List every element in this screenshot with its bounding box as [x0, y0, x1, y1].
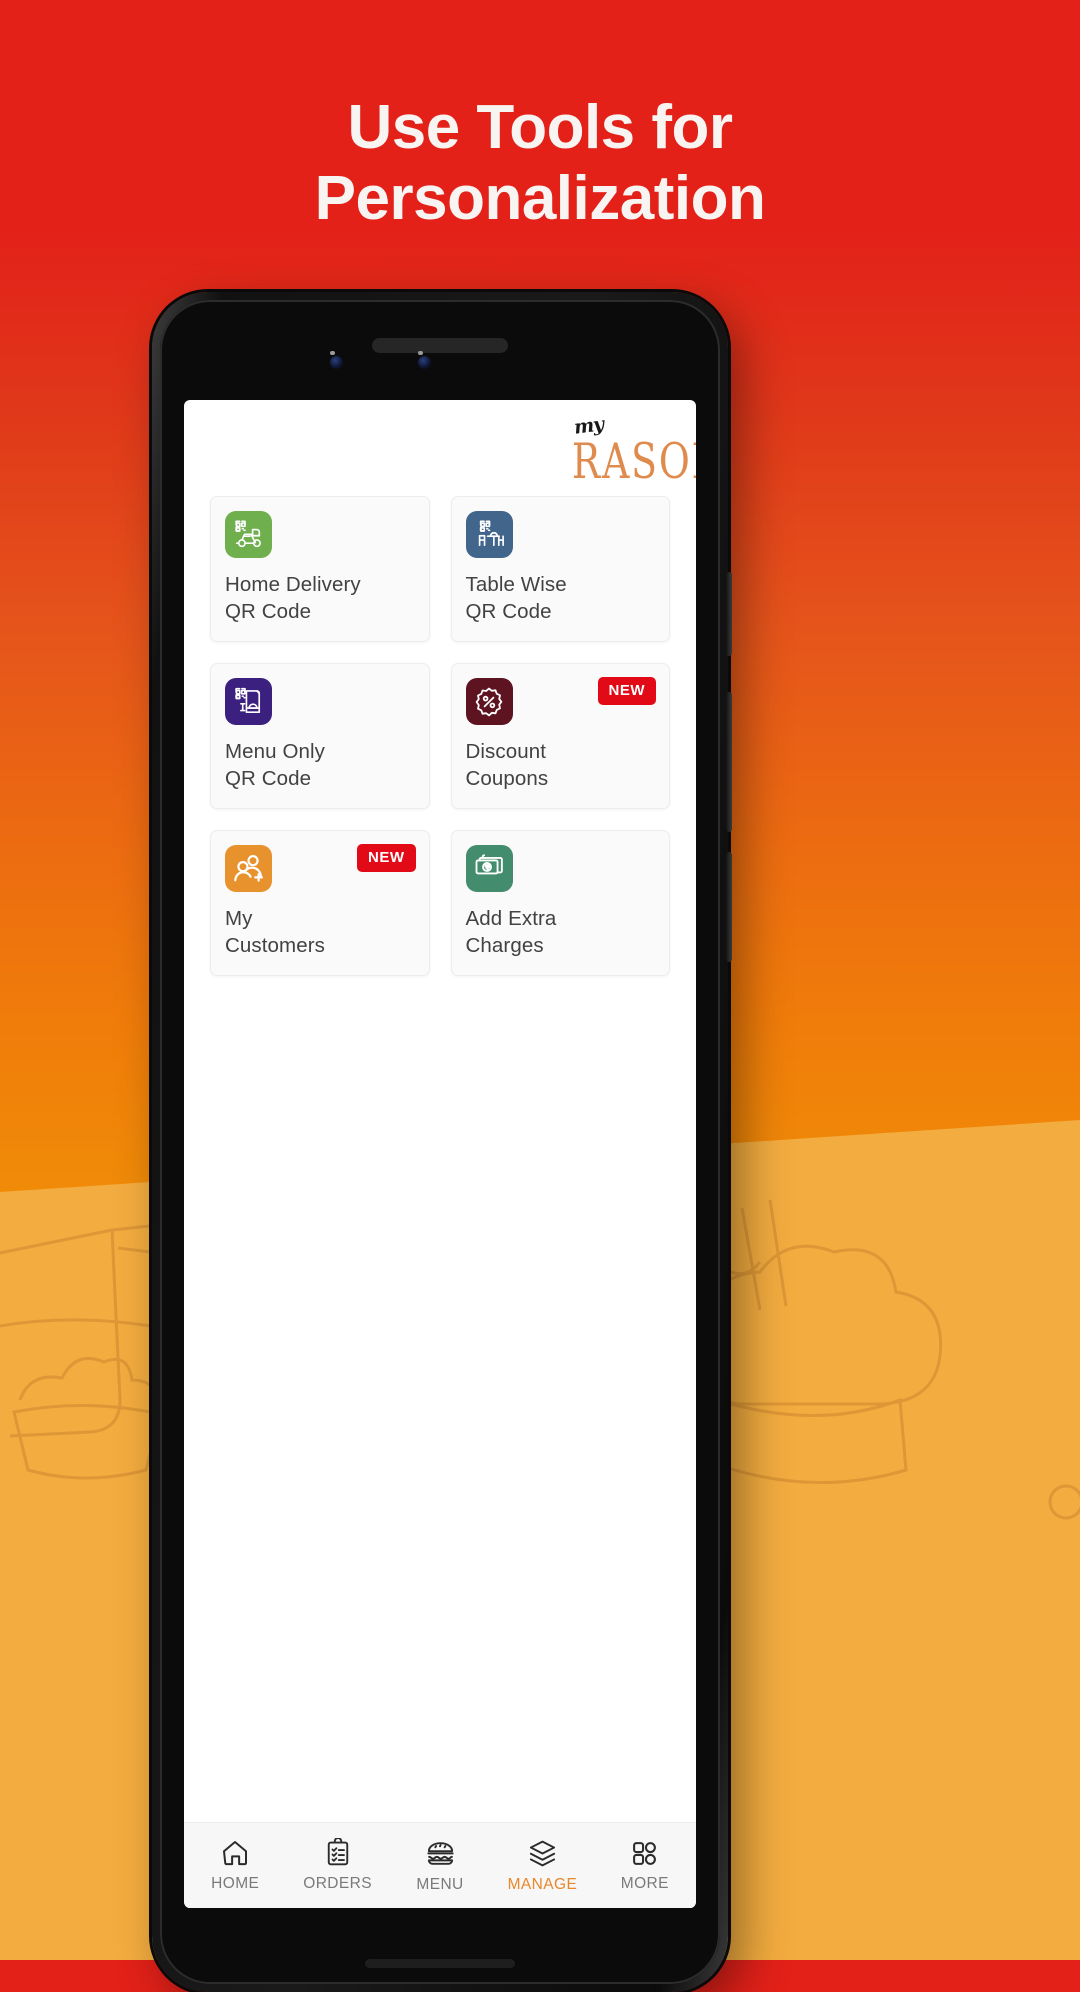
status-badge: NEW: [597, 677, 656, 705]
qr-table-icon: [465, 511, 513, 558]
nav-item-orders[interactable]: ORDERS: [286, 1838, 388, 1893]
app-header: my RASOI: [184, 400, 696, 496]
tools-grid: Home Delivery QR Code Table Wise QR Code…: [184, 496, 696, 1822]
headline-line-2: Personalization: [314, 164, 766, 234]
qr-scooter-icon: [225, 511, 272, 558]
app-screen: my RASOI Home Delivery QR Code Table Wis…: [184, 400, 696, 1908]
phone-side-button-top: [726, 572, 732, 656]
discount-seal-icon: [465, 678, 513, 725]
logo-main-word: RASOI: [571, 433, 696, 490]
phone-side-button-bottom: [726, 852, 732, 962]
headline-line-1: Use Tools for: [347, 93, 733, 162]
front-camera-right: [418, 356, 431, 369]
nav-label: MENU: [416, 1875, 464, 1893]
bottom-navigation-bar: HOME ORDERS MENU MANAGE MORE: [184, 1822, 696, 1908]
nav-label: ORDERS: [303, 1875, 372, 1892]
layers-icon: [527, 1838, 558, 1869]
front-camera-left: [330, 356, 343, 369]
app-logo: my RASOI: [568, 413, 696, 489]
sensor-left: [330, 351, 335, 355]
tile-label: Discount Coupons: [465, 740, 549, 791]
tile-menu-only-qr-code[interactable]: Menu Only QR Code: [210, 663, 430, 809]
add-people-icon: [225, 845, 272, 892]
tile-add-extra-charges[interactable]: Add Extra Charges: [450, 830, 670, 976]
phone-side-button-mid: [726, 692, 732, 832]
status-badge: NEW: [357, 844, 416, 872]
tile-label: Add Extra Charges: [465, 907, 557, 958]
burger-icon: [425, 1838, 456, 1869]
tile-label: Menu Only QR Code: [225, 740, 326, 791]
clipboard-icon: [323, 1838, 353, 1868]
phone-mockup: my RASOI Home Delivery QR Code Table Wis…: [152, 292, 732, 1992]
promo-headline: Use Tools for Personalization: [0, 92, 1080, 235]
tile-label: My Customers: [225, 907, 326, 958]
nav-label: MORE: [620, 1874, 669, 1892]
nav-item-home[interactable]: HOME: [184, 1838, 286, 1893]
phone-bezel: my RASOI Home Delivery QR Code Table Wis…: [160, 300, 720, 1984]
home-icon: [220, 1838, 250, 1868]
nav-label: HOME: [211, 1875, 260, 1892]
rupee-notes-icon: [465, 845, 513, 892]
tile-my-customers[interactable]: NEW My Customers: [210, 830, 430, 976]
qr-menu-icon: [225, 678, 272, 725]
nav-item-menu[interactable]: MENU: [389, 1838, 491, 1894]
nav-label: MANAGE: [507, 1875, 578, 1893]
grid-icon: [630, 1839, 659, 1868]
nav-item-manage[interactable]: MANAGE: [491, 1838, 593, 1894]
nav-item-more[interactable]: MORE: [594, 1839, 696, 1893]
earpiece-speaker: [372, 338, 508, 353]
tile-home-delivery-qr-code[interactable]: Home Delivery QR Code: [210, 496, 430, 642]
tile-label: Home Delivery QR Code: [225, 573, 361, 624]
tile-label: Table Wise QR Code: [465, 573, 567, 624]
sensor-right: [418, 351, 423, 355]
tile-table-wise-qr-code[interactable]: Table Wise QR Code: [450, 496, 670, 642]
tile-discount-coupons[interactable]: NEW Discount Coupons: [450, 663, 670, 809]
home-indicator: [365, 1959, 515, 1968]
